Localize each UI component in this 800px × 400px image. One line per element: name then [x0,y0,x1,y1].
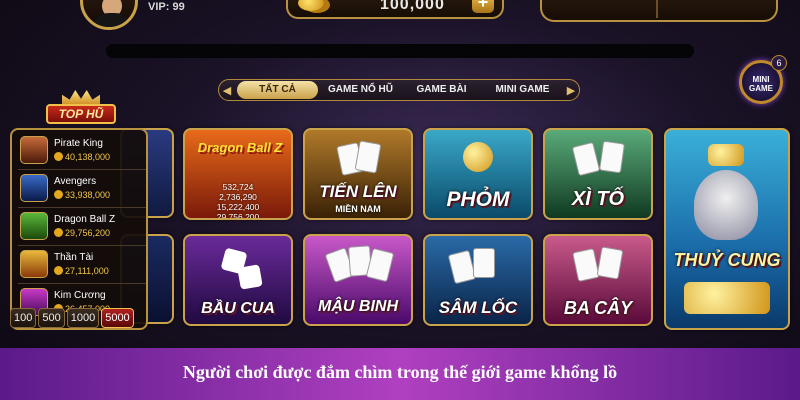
tabs-next-icon[interactable]: ▶ [563,84,579,97]
crown-icon [708,144,744,166]
game-card-bau-cua[interactable]: BẦU CUA [183,234,293,326]
playing-card-icon [599,140,625,174]
avatar-suit [93,13,131,27]
divider [18,245,146,246]
top-bar: VIP: 99 100,000 + [0,0,800,30]
dragon-ball-thumbnail-icon [20,212,48,240]
game-card-dragon-ball[interactable]: Dragon Ball Z 532,724 2,736,290 15,222,4… [183,128,293,220]
game-title-ba-cay: BA CÂY [563,298,633,318]
divider [18,207,146,208]
coin-icon [54,266,63,275]
tab-all[interactable]: TẤT CẢ [237,81,318,99]
announcement-marquee [106,44,694,58]
playing-card-icon [473,248,495,278]
game-card-phom[interactable]: PHỎM [423,128,533,220]
top-hu-title: TOP HŨ [46,104,116,124]
vip-level: VIP: 99 [148,1,185,13]
dragon-ball-jackpots: 532,724 2,736,290 15,222,400 29,756,200 [185,182,291,220]
playing-card-icon [354,140,382,174]
game-title-xi-to: XÌ TỐ [571,188,625,210]
tabs-prev-icon[interactable]: ◀ [219,84,235,97]
balance-bar: 100,000 + [286,0,504,19]
game-subtitle-tien-len: MIỀN NAM [335,204,381,214]
caption-banner: Người chơi được đắm chìm trong thế giới … [0,348,800,400]
jackpot-row[interactable]: Pirate King 40,138,000 [18,134,146,170]
coin-icon [54,190,63,199]
jackpot-amount-value: 29,756,200 [65,228,111,238]
treasure-icon [684,282,770,314]
bet-level-selector: 100 500 1000 5000 [10,308,150,330]
tab-mini-games[interactable]: MINI GAME [482,81,563,99]
coin-icon [298,0,324,11]
game-card-thuy-cung[interactable]: THUỶ CUNG [664,128,790,330]
jackpot-game-name: Dragon Ball Z [54,214,116,225]
jackpot-amount: 29,756,200 [54,228,110,238]
coin-icon [54,152,63,161]
divider [18,283,146,284]
game-card-mau-binh[interactable]: MẬU BINH [303,234,413,326]
bet-100-button[interactable]: 100 [10,308,37,328]
game-card-xi-to[interactable]: XÌ TỐ [543,128,653,220]
fish-character-icon [694,170,758,240]
game-title-thuy-cung: THUỶ CUNG [673,250,781,270]
game-title-mau-binh: MẬU BINH [318,298,398,315]
tab-slot-games[interactable]: GAME NỔ HŨ [320,81,401,99]
bet-1000-button[interactable]: 1000 [66,308,100,328]
header-divider [656,0,658,18]
playing-card-icon [447,249,477,285]
playing-card-icon [571,141,601,177]
playing-card-icon [596,246,624,280]
jackpot-value: 2,736,290 [219,192,257,202]
jackpot-game-name: Avengers [54,176,97,187]
game-card-sam-loc[interactable]: SÂM LỐC [423,234,533,326]
top-hu-logo: TOP HŨ [40,90,122,130]
jackpot-value: 29,756,200 [216,212,260,220]
top-hu-panel: Pirate King 40,138,000 Avengers 33,938,0… [10,128,148,330]
mini-game-label-line2: GAME [749,84,773,93]
game-card-tien-len[interactable]: TIẾN LÊN MIỀN NAM [303,128,413,220]
dragon-ball-logo: Dragon Ball Z [197,140,283,155]
game-title-phom: PHỎM [446,188,510,211]
add-funds-button[interactable]: + [472,0,494,13]
game-title-tien-len: TIẾN LÊN [319,182,397,201]
avatar[interactable] [80,0,138,30]
jackpot-game-name: Thần Tài [54,252,94,263]
jackpot-value: 15,222,400 [216,202,260,212]
avengers-thumbnail-icon [20,174,48,202]
jackpot-amount: 33,938,000 [54,190,110,200]
game-card-ba-cay[interactable]: BA CÂY [543,234,653,326]
balance-value: 100,000 [380,0,445,13]
pirate-king-thumbnail-icon [20,136,48,164]
jackpot-value: 532,724 [222,182,254,192]
jackpot-row[interactable]: Avengers 33,938,000 [18,172,146,208]
jackpot-game-name: Pirate King [54,138,103,149]
mini-game-label-line1: MINI [752,75,770,84]
jackpot-amount-value: 40,138,000 [65,152,111,162]
mini-game-badge: 6 [771,55,787,71]
coin-icon [54,228,63,237]
jackpot-row[interactable]: Dragon Ball Z 29,756,200 [18,210,146,246]
header-right-panel[interactable] [540,0,778,22]
playing-card-icon [572,248,600,282]
game-title-sam-loc: SÂM LỐC [438,298,518,317]
game-title-bau-cua: BẦU CUA [201,300,275,317]
category-tabs: ◀ TẤT CẢ GAME NỔ HŨ GAME BÀI MINI GAME ▶ [218,79,580,101]
jackpot-row[interactable]: Thần Tài 27,111,000 [18,248,146,284]
tab-card-games[interactable]: GAME BÀI [401,81,482,99]
coin-icon [463,142,493,172]
jackpot-amount: 27,111,000 [54,266,109,276]
bet-500-button[interactable]: 500 [38,308,65,328]
jackpot-game-name: Kim Cương [54,290,106,301]
bet-5000-button[interactable]: 5000 [101,308,134,328]
jackpot-amount: 40,138,000 [54,152,110,162]
dice-icon [237,264,263,290]
jackpot-amount-value: 33,938,000 [65,190,111,200]
jackpot-amount-value: 27,111,000 [65,266,109,276]
than-tai-thumbnail-icon [20,250,48,278]
divider [18,169,146,170]
